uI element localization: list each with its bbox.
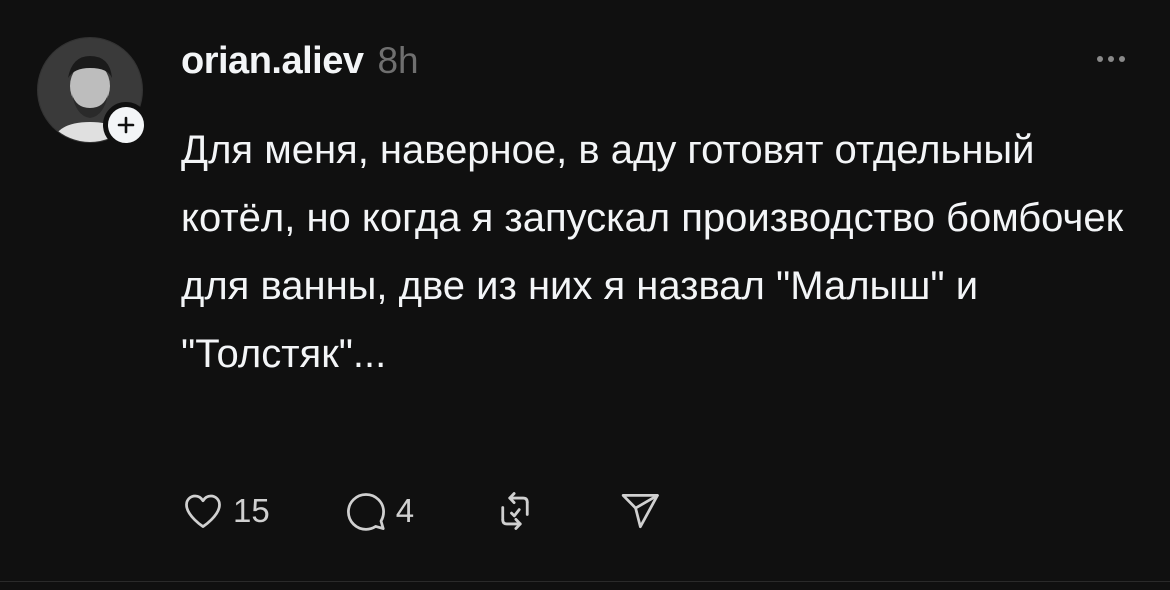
like-button[interactable]: 15 — [181, 489, 270, 533]
plus-icon — [117, 116, 135, 134]
more-horizontal-icon — [1119, 56, 1125, 62]
more-options-button[interactable] — [1097, 50, 1125, 68]
repost-button[interactable] — [494, 490, 536, 532]
reply-button[interactable]: 4 — [344, 489, 414, 533]
post-text: Для меня, наверное, в аду готовят отдель… — [181, 128, 1124, 376]
send-icon — [621, 494, 659, 529]
share-button[interactable] — [618, 489, 662, 533]
username-link[interactable]: orian.aliev — [181, 40, 364, 83]
more-horizontal-icon — [1108, 56, 1114, 62]
likes-count: 15 — [233, 492, 270, 529]
avatar-container[interactable] — [37, 37, 149, 148]
post-timestamp: 8h — [377, 40, 419, 81]
post-header: orian.aliev 8h — [181, 40, 419, 83]
more-horizontal-icon — [1097, 56, 1103, 62]
replies-count: 4 — [395, 492, 415, 529]
heart-icon — [185, 494, 221, 528]
follow-button[interactable] — [103, 102, 149, 148]
repost-icon — [501, 492, 529, 530]
post-actions: 15 4 — [181, 484, 662, 538]
comment-bubble-icon — [346, 493, 385, 531]
post-divider — [0, 581, 1170, 590]
